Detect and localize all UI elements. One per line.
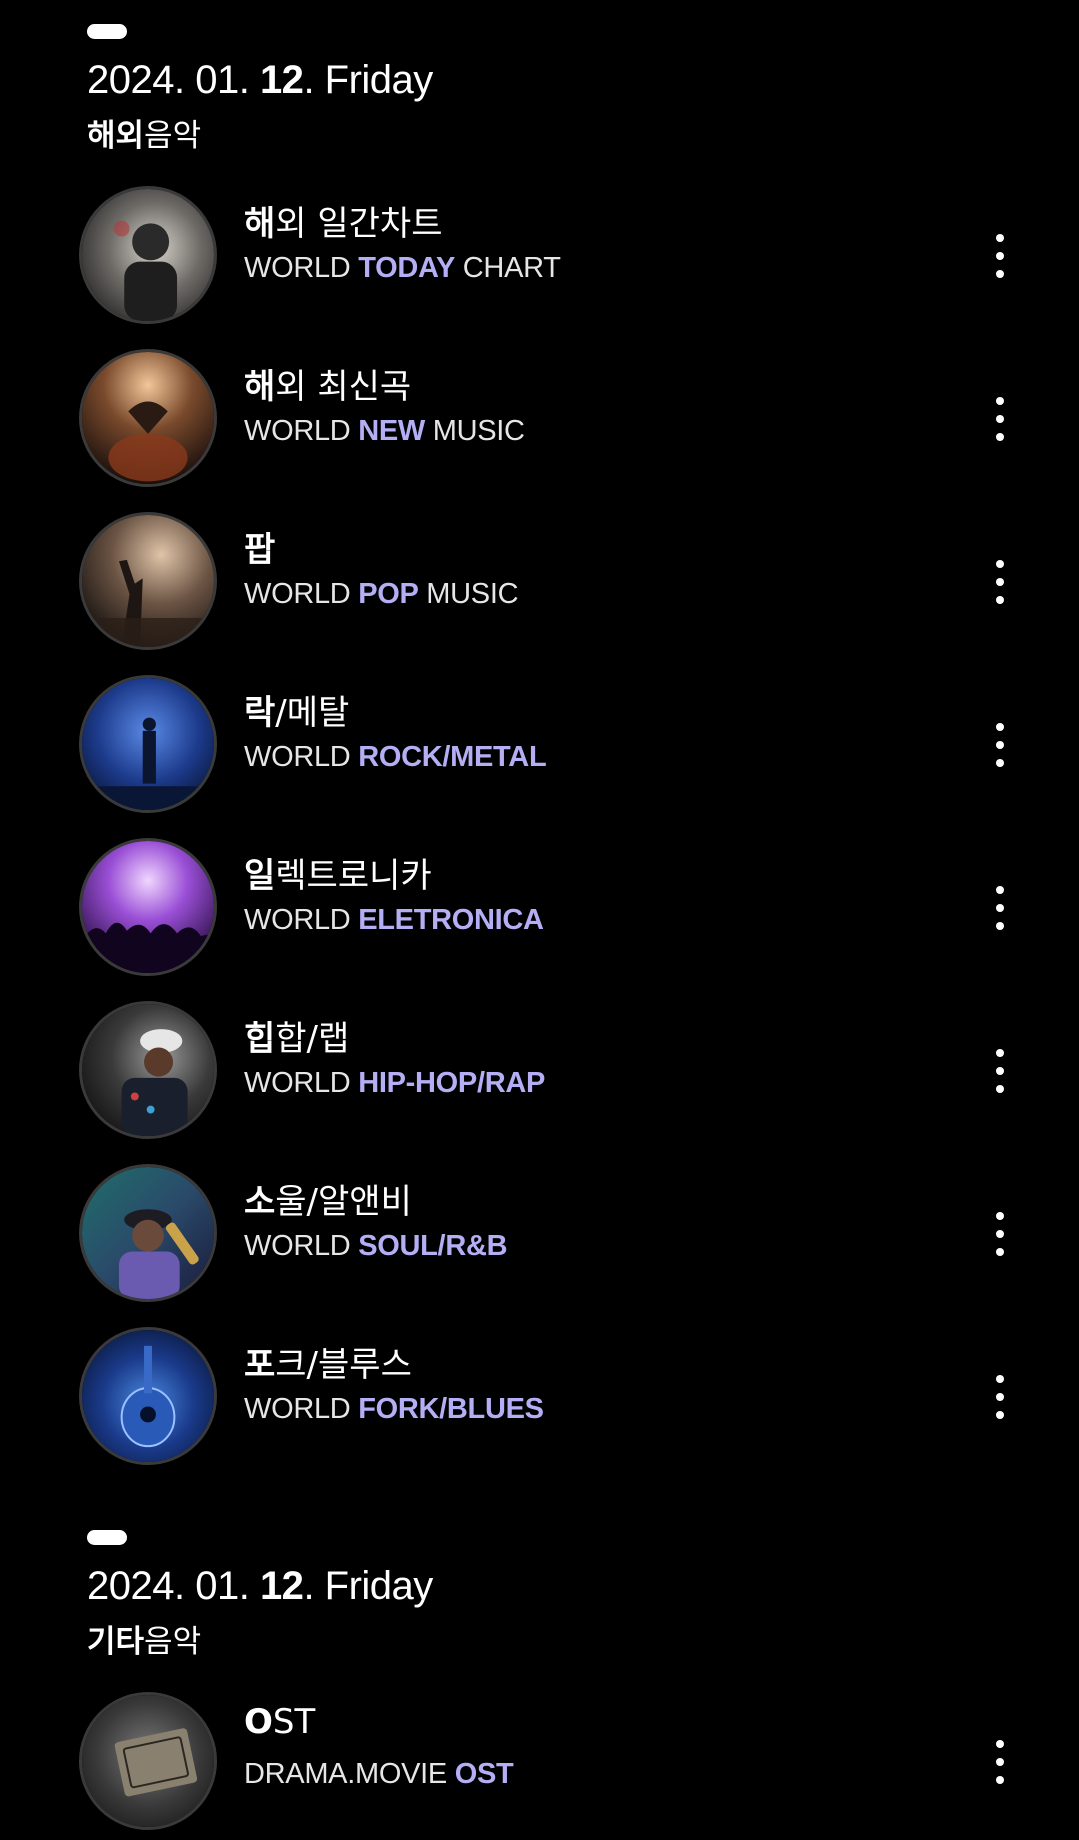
playlist-subtitle: DRAMA.MOVIE OST xyxy=(244,1758,514,1790)
playlist-title: 팝 xyxy=(244,530,276,570)
playlist-row[interactable]: 락/메탈 WORLD ROCK/METAL xyxy=(0,675,1079,838)
playlist-subtitle: WORLD TODAY CHART xyxy=(244,252,561,284)
playlist-subtitle: WORLD SOUL/R&B xyxy=(244,1230,508,1262)
playlist-thumbnail xyxy=(79,1164,217,1302)
playlist-subtitle: WORLD POP MUSIC xyxy=(244,578,519,610)
playlist-row[interactable]: 팝 WORLD POP MUSIC xyxy=(0,512,1079,675)
section-category: 기타음악 xyxy=(87,1624,202,1660)
more-vertical-icon[interactable] xyxy=(980,1732,1020,1792)
playlist-subtitle: WORLD NEW MUSIC xyxy=(244,415,525,447)
playlist-thumbnail xyxy=(79,1327,217,1465)
section-marker-pill xyxy=(87,24,127,39)
playlist-title: 락/메탈 xyxy=(244,693,350,733)
playlist-title: 포크/블루스 xyxy=(244,1345,412,1385)
playlist-row[interactable]: 힙합/랩 WORLD HIP-HOP/RAP xyxy=(0,1001,1079,1164)
more-vertical-icon[interactable] xyxy=(980,1367,1020,1427)
more-vertical-icon[interactable] xyxy=(980,1204,1020,1264)
playlist-thumbnail xyxy=(79,838,217,976)
more-vertical-icon[interactable] xyxy=(980,226,1020,286)
playlist-thumbnail xyxy=(79,186,217,324)
section-date: 2024. 01. 12. Friday xyxy=(87,58,433,102)
playlist-row[interactable]: 포크/블루스 WORLD FORK/BLUES xyxy=(0,1327,1079,1490)
playlist-thumbnail xyxy=(79,349,217,487)
playlist-title: 해외 일간차트 xyxy=(244,204,443,244)
playlist-thumbnail xyxy=(79,1692,217,1830)
playlist-row[interactable]: OST DRAMA.MOVIE OST xyxy=(0,1692,1079,1840)
playlist-title: 일렉트로니카 xyxy=(244,856,432,896)
more-vertical-icon[interactable] xyxy=(980,389,1020,449)
playlist-subtitle: WORLD FORK/BLUES xyxy=(244,1393,544,1425)
playlist-subtitle: WORLD HIP-HOP/RAP xyxy=(244,1067,546,1099)
playlist-thumbnail xyxy=(79,675,217,813)
playlist-title: 소울/알앤비 xyxy=(244,1182,412,1222)
playlist-subtitle: WORLD ROCK/METAL xyxy=(244,741,547,773)
playlist-title: 힙합/랩 xyxy=(244,1019,350,1059)
playlist-row[interactable]: 소울/알앤비 WORLD SOUL/R&B xyxy=(0,1164,1079,1327)
playlist-row[interactable]: 일렉트로니카 WORLD ELETRONICA xyxy=(0,838,1079,1001)
more-vertical-icon[interactable] xyxy=(980,878,1020,938)
more-vertical-icon[interactable] xyxy=(980,552,1020,612)
playlist-thumbnail xyxy=(79,1001,217,1139)
playlist-subtitle: WORLD ELETRONICA xyxy=(244,904,544,936)
section-marker-pill xyxy=(87,1530,127,1545)
more-vertical-icon[interactable] xyxy=(980,1041,1020,1101)
playlist-row[interactable]: 해외 최신곡 WORLD NEW MUSIC xyxy=(0,349,1079,512)
section-category: 해외음악 xyxy=(87,118,202,154)
playlist-title: OST xyxy=(244,1702,316,1742)
playlist-thumbnail xyxy=(79,512,217,650)
section-date: 2024. 01. 12. Friday xyxy=(87,1564,433,1608)
more-vertical-icon[interactable] xyxy=(980,715,1020,775)
playlist-row[interactable]: 해외 일간차트 WORLD TODAY CHART xyxy=(0,186,1079,349)
playlist-title: 해외 최신곡 xyxy=(244,367,412,407)
